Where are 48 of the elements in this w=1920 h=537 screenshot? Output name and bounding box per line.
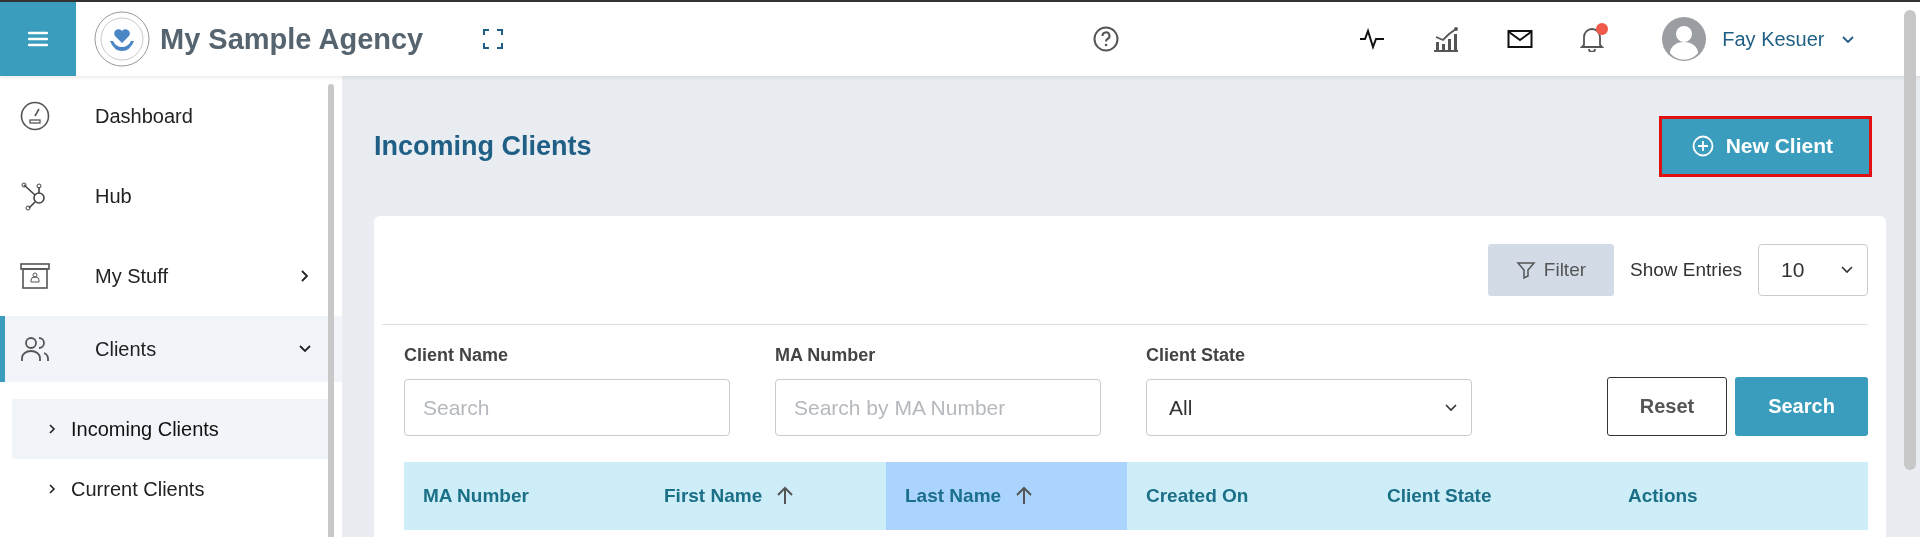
sidebar-item[interactable]: My Stuff (0, 236, 342, 316)
fullscreen-icon[interactable] (483, 29, 504, 49)
chevron-down-icon (1841, 266, 1853, 274)
sidebar-item[interactable]: Hub (0, 156, 342, 236)
user-name[interactable]: Fay Kesuer (1722, 27, 1825, 51)
reset-button[interactable]: Reset (1607, 377, 1727, 436)
chevron-down-icon (1445, 403, 1457, 412)
entries-select[interactable]: 10 (1758, 244, 1868, 296)
column-header[interactable]: Actions (1609, 462, 1850, 530)
bell-icon[interactable] (1580, 26, 1605, 52)
activity-icon[interactable] (1359, 28, 1386, 50)
column-header[interactable]: Client State (1368, 462, 1609, 530)
column-header[interactable]: Last Name (886, 462, 1127, 530)
menu-button[interactable] (0, 2, 76, 76)
page-title: Incoming Clients (374, 130, 592, 162)
sidebar-item[interactable]: Dashboard (0, 76, 342, 156)
mail-icon[interactable] (1507, 29, 1534, 49)
gauge-icon (20, 101, 50, 131)
column-header[interactable]: MA Number (404, 462, 645, 530)
sort-arrow-icon (1015, 486, 1034, 506)
field-label: Client Name (404, 345, 510, 366)
chevron-right-icon (47, 423, 57, 435)
users-icon (20, 335, 50, 363)
avatar-icon[interactable] (1662, 17, 1707, 61)
column-header[interactable]: Created On (1127, 462, 1368, 530)
filter-icon (1515, 260, 1536, 280)
logo-icon (94, 11, 150, 67)
app-title: My Sample Agency (160, 22, 424, 56)
sort-arrow-icon (776, 486, 795, 506)
scrollbar[interactable] (328, 84, 334, 537)
sidebar-item[interactable]: Clients (0, 316, 342, 382)
chevron-right-icon (47, 483, 57, 495)
field-label: Client State (1146, 345, 1247, 366)
sidebar-subitem[interactable]: Current Clients (12, 459, 332, 519)
field-label: MA Number (775, 345, 877, 366)
input-field[interactable]: Search (404, 379, 730, 436)
show-entries-label: Show Entries (1630, 259, 1742, 281)
archive-box-icon (20, 262, 50, 290)
chart-icon[interactable] (1432, 26, 1461, 52)
filter-button[interactable]: Filter (1487, 244, 1615, 296)
select-field[interactable]: All (1146, 379, 1472, 436)
chevron-down-icon[interactable] (1840, 34, 1855, 44)
plus-circle-icon (1691, 135, 1714, 157)
column-header[interactable]: First Name (645, 462, 886, 530)
input-field[interactable]: Search by MA Number (775, 379, 1101, 436)
menu-icon (28, 31, 48, 47)
scrollbar[interactable] (1904, 10, 1916, 470)
help-icon[interactable] (1093, 26, 1120, 52)
